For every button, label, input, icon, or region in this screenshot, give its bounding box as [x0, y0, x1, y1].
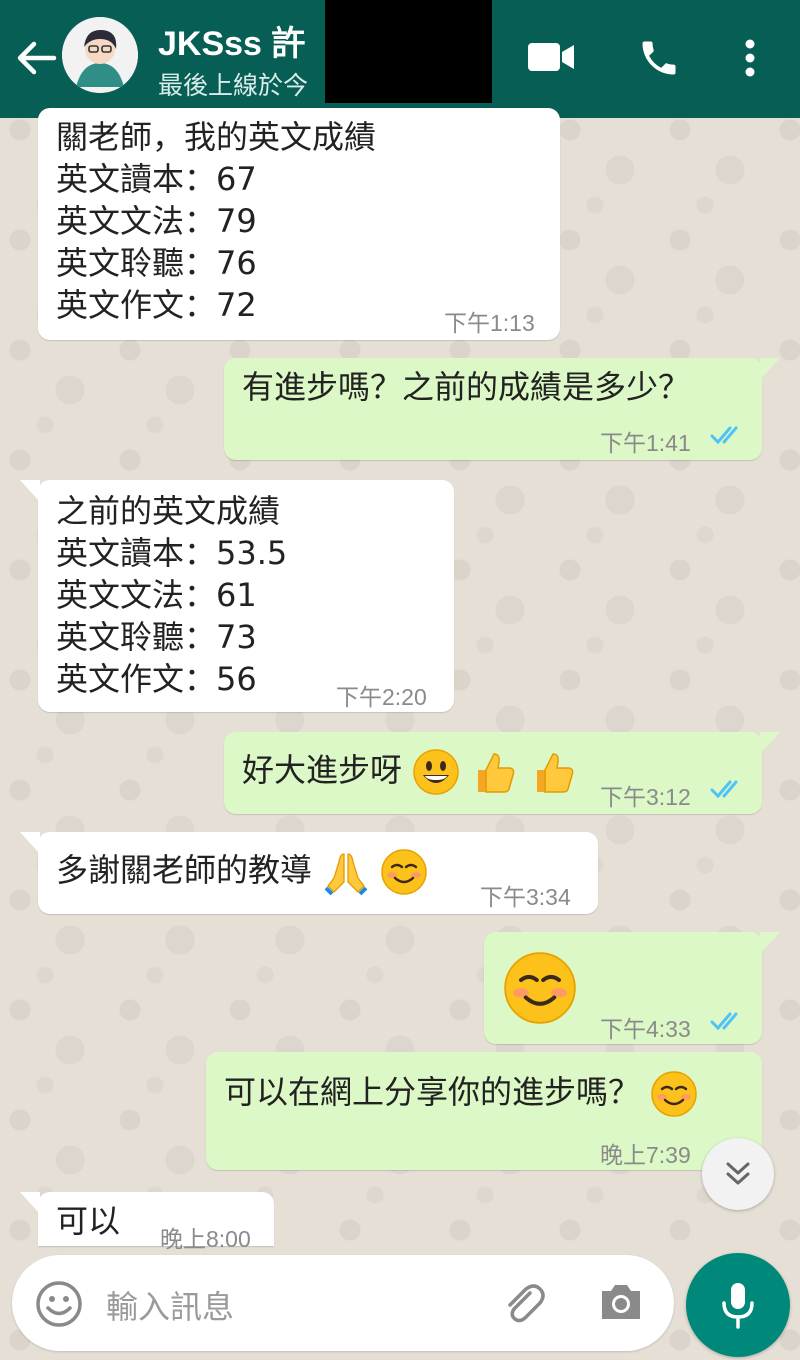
message-text: 可以 [56, 1202, 121, 1240]
message-text: 有進步嗎？之前的成績是多少？ [242, 368, 691, 406]
arrow-left-icon[interactable] [14, 38, 58, 78]
message-text: 之前的英文成績 英文讀本：53.5 英文文法：61 英文聆聽：73 英文作文：5… [56, 490, 287, 700]
message-incoming[interactable]: 多謝關老師的教導 下午3:34 [38, 832, 598, 914]
message-line: 多謝關老師的教導 [56, 851, 313, 889]
message-text: 多謝關老師的教導 [56, 848, 428, 896]
message-line: 關老師，我的英文成績 [56, 118, 377, 156]
phone-icon[interactable] [637, 36, 681, 80]
message-incoming[interactable]: 關老師，我的英文成績 英文讀本：67 英文文法：79 英文聆聽：76 英文作文：… [38, 108, 560, 340]
message-incoming[interactable]: 可以 晚上8:00 [38, 1192, 274, 1252]
message-time: 下午2:20 [336, 684, 427, 710]
message-time: 下午3:34 [480, 884, 571, 910]
message-outgoing[interactable]: 可以在網上分享你的進步嗎？ 晚上7:39 [206, 1052, 762, 1170]
smiling-face-emoji-icon [504, 952, 576, 1024]
grinning-face-emoji-icon [413, 749, 459, 795]
bubble-tail [20, 480, 40, 502]
smiling-face-emoji-icon [381, 849, 428, 895]
smiley-icon[interactable] [34, 1279, 84, 1329]
avatar-image [62, 17, 138, 93]
bubble-tail [760, 732, 780, 754]
folded-hands-emoji-icon [324, 853, 368, 896]
message-text: 關老師，我的英文成績 英文讀本：67 英文文法：79 英文聆聽：76 英文作文：… [56, 116, 376, 326]
message-time: 下午1:41 [600, 430, 691, 456]
bubble-tail [760, 358, 780, 380]
message-line: 英文作文：72 [56, 286, 257, 324]
message-outgoing[interactable]: 下午4:33 [484, 932, 762, 1044]
redaction-box [325, 0, 492, 103]
microphone-icon [722, 1283, 754, 1329]
message-time: 下午1:13 [444, 310, 535, 336]
microphone-button[interactable] [686, 1253, 790, 1357]
message-time: 下午3:12 [600, 784, 691, 810]
message-line: 英文聆聽：76 [56, 244, 257, 282]
message-time: 下午4:33 [600, 1016, 691, 1042]
message-line: 英文讀本：53.5 [56, 534, 288, 572]
message-line: 好大進步呀 [242, 751, 403, 789]
paperclip-icon[interactable] [500, 1281, 546, 1327]
double-check-icon [710, 1012, 738, 1031]
message-line: 英文作文：56 [56, 660, 257, 698]
more-vertical-icon[interactable] [742, 38, 758, 78]
message-line: 可以在網上分享你的進步嗎？ [224, 1073, 641, 1111]
bubble-tail [20, 1192, 40, 1214]
message-input[interactable]: 輸入訊息 [106, 1282, 234, 1328]
contact-name[interactable]: JKSss 許 [158, 16, 305, 65]
video-camera-icon[interactable] [527, 40, 575, 74]
message-input-bar: 輸入訊息 [12, 1255, 674, 1351]
message-text: 好大進步呀 [242, 748, 577, 796]
chat-header: JKSss 許 最後上線於今 [0, 0, 800, 118]
bubble-tail [20, 832, 40, 854]
camera-icon[interactable] [598, 1281, 644, 1323]
smiling-face-emoji-icon [651, 1071, 697, 1117]
thumbs-up-emoji-icon [536, 753, 573, 793]
thumbs-up-emoji-icon [478, 753, 515, 793]
message-line: 英文聆聽：73 [56, 618, 257, 656]
message-text: 可以在網上分享你的進步嗎？ [224, 1070, 698, 1118]
message-line: 英文文法：79 [56, 202, 257, 240]
message-time: 晚上8:00 [160, 1226, 251, 1252]
avatar[interactable] [62, 17, 138, 93]
message-line: 英文文法：61 [56, 576, 257, 614]
bubble-tail [760, 932, 780, 954]
message-line: 英文讀本：67 [56, 160, 257, 198]
double-check-icon [710, 780, 738, 799]
double-chevron-down-icon [726, 1162, 750, 1185]
message-outgoing[interactable]: 好大進步呀 下午3:12 [224, 732, 762, 814]
message-time: 晚上7:39 [600, 1142, 691, 1168]
scroll-to-bottom-button[interactable] [702, 1138, 774, 1210]
double-check-icon [710, 426, 738, 445]
last-seen-status: 最後上線於今 [158, 71, 309, 100]
message-outgoing[interactable]: 有進步嗎？之前的成績是多少？ 下午1:41 [224, 358, 762, 460]
message-incoming[interactable]: 之前的英文成績 英文讀本：53.5 英文文法：61 英文聆聽：73 英文作文：5… [38, 480, 454, 712]
message-line: 之前的英文成績 [56, 492, 281, 530]
